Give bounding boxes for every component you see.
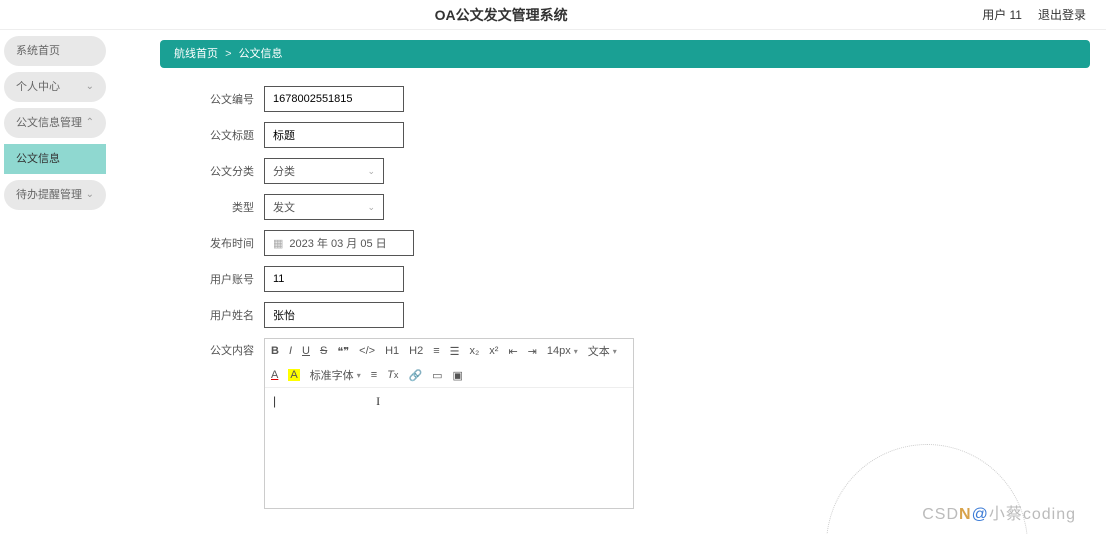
type-label: 类型 [200,199,254,215]
superscript-button[interactable]: x² [489,345,498,357]
sidebar-item-label: 系统首页 [16,36,60,66]
highlight-icon[interactable]: A [288,369,299,381]
code-icon[interactable]: </> [359,345,375,357]
chevron-down-icon: ⌄ [86,180,94,210]
title-label: 公文标题 [200,127,254,143]
sidebar-item-label: 个人中心 [16,72,60,102]
editor-content[interactable]: |I [265,388,633,508]
text-style-select[interactable]: 文本▾ [588,343,617,359]
clear-format-icon[interactable]: Tx [387,369,398,381]
breadcrumb-home[interactable]: 航线首页 [174,48,218,60]
title-input[interactable] [264,122,404,148]
user-name-label: 用户姓名 [200,307,254,323]
category-value: 分类 [273,163,295,179]
font-family-select[interactable]: 标准字体▾ [310,367,361,383]
breadcrumb-current: 公文信息 [239,48,283,60]
dropdown-icon: ▾ [613,347,617,356]
sidebar-item-personal[interactable]: 个人中心 ⌄ [4,72,106,102]
strikethrough-icon[interactable]: S [320,345,327,357]
user-name-input[interactable] [264,302,404,328]
doc-no-label: 公文编号 [200,91,254,107]
heading1-button[interactable]: H1 [385,345,399,357]
editor-toolbar: B I U S ❝❞ </> H1 H2 ≡ ☰ x₂ x² ⇤ ⇥ [265,339,633,388]
text-cursor-icon: I [376,394,380,408]
logout-link[interactable]: 退出登录 [1038,6,1086,23]
unordered-list-icon[interactable]: ☰ [450,345,460,358]
indent-right-icon[interactable]: ⇥ [528,345,537,358]
video-icon[interactable]: ▣ [453,369,463,382]
bold-icon[interactable]: B [271,345,279,357]
calendar-icon: ▦ [273,237,283,250]
sidebar: 系统首页 个人中心 ⌄ 公文信息管理 ⌃ 公文信息 待办提醒管理 ⌄ [0,30,110,534]
image-icon[interactable]: ▭ [432,369,442,382]
category-select[interactable]: 分类 ⌄ [264,158,384,184]
sidebar-item-doc-manage[interactable]: 公文信息管理 ⌃ [4,108,106,138]
font-color-icon[interactable]: A [271,369,278,381]
content-label: 公文内容 [200,338,254,509]
sidebar-item-label: 待办提醒管理 [16,180,82,210]
breadcrumb: 航线首页 > 公文信息 [160,40,1090,68]
heading2-button[interactable]: H2 [409,345,423,357]
sidebar-item-label: 公文信息管理 [16,108,82,138]
align-icon[interactable]: ≡ [371,369,377,381]
sidebar-item-home[interactable]: 系统首页 [4,36,106,66]
publish-time-value: 2023 年 03 月 05 日 [289,235,386,251]
sidebar-item-label: 公文信息 [16,144,60,174]
user-account-label: 用户账号 [200,271,254,287]
chevron-down-icon: ⌄ [367,166,375,177]
doc-form: 公文编号 公文标题 公文分类 分类 ⌄ 类型 发文 ⌄ [160,86,1090,509]
link-icon[interactable]: 🔗 [408,369,422,382]
main-content: 航线首页 > 公文信息 公文编号 公文标题 公文分类 分类 ⌄ 类型 [110,30,1106,534]
chevron-down-icon: ⌄ [86,72,94,102]
italic-icon[interactable]: I [289,345,292,357]
underline-icon[interactable]: U [302,345,310,357]
user-area: 用户 11 退出登录 [982,6,1086,23]
top-bar: OA公文发文管理系统 用户 11 退出登录 [0,0,1106,30]
current-user[interactable]: 用户 11 [982,6,1022,23]
publish-time-input[interactable]: ▦ 2023 年 03 月 05 日 [264,230,414,256]
chevron-down-icon: ⌄ [367,202,375,213]
dropdown-icon: ▾ [357,371,361,380]
category-label: 公文分类 [200,163,254,179]
type-select[interactable]: 发文 ⌄ [264,194,384,220]
font-size-select[interactable]: 14px▾ [547,345,578,357]
publish-time-label: 发布时间 [200,235,254,251]
type-value: 发文 [273,199,295,215]
ordered-list-icon[interactable]: ≡ [433,345,439,357]
dropdown-icon: ▾ [574,347,578,356]
subscript-button[interactable]: x₂ [469,345,479,357]
chevron-up-icon: ⌃ [86,108,94,138]
system-title: OA公文发文管理系统 [20,5,982,25]
sidebar-item-doc-info[interactable]: 公文信息 [4,144,106,174]
breadcrumb-separator: > [225,48,231,60]
doc-no-input[interactable] [264,86,404,112]
rich-text-editor: B I U S ❝❞ </> H1 H2 ≡ ☰ x₂ x² ⇤ ⇥ [264,338,634,509]
user-account-input[interactable] [264,266,404,292]
indent-left-icon[interactable]: ⇤ [508,345,517,358]
quote-icon[interactable]: ❝❞ [337,345,349,358]
sidebar-item-todo[interactable]: 待办提醒管理 ⌄ [4,180,106,210]
